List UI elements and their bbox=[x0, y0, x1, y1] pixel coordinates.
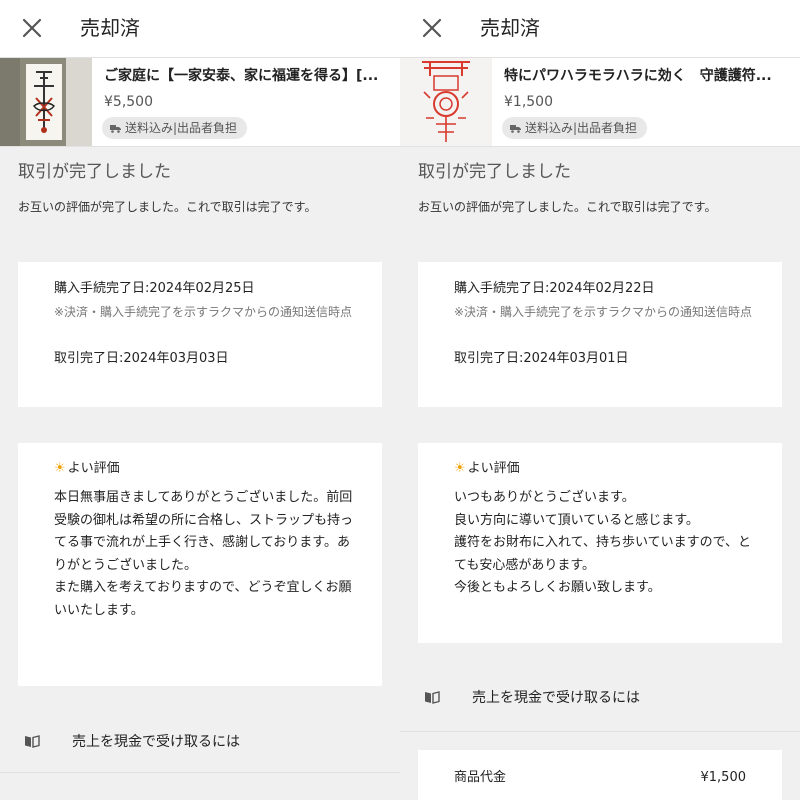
shipping-label: 送料込み|出品者負担 bbox=[525, 121, 638, 135]
item-price-label: 商品代金 bbox=[454, 770, 507, 785]
purchase-date: 購入手続完了日:2024年02月25日 bbox=[54, 281, 255, 296]
evaluation-label-text: よい評価 bbox=[467, 461, 520, 476]
truck-icon bbox=[510, 125, 521, 133]
shipping-badge: 送料込み|出品者負担 bbox=[502, 117, 648, 139]
product-thumbnail bbox=[400, 58, 492, 146]
shipping-label: 送料込み|出品者負担 bbox=[125, 121, 238, 135]
product-thumbnail bbox=[0, 58, 92, 146]
purchase-date-note: ※決済・購入手続完了を示すラクマからの通知送信時点 bbox=[454, 305, 753, 319]
product-price: ¥1,500 bbox=[504, 94, 553, 110]
complete-date: 取引完了日:2024年03月03日 bbox=[54, 351, 229, 366]
complete-date: 取引完了日:2024年03月01日 bbox=[454, 351, 629, 366]
top-bar: 売却済 bbox=[0, 0, 400, 58]
evaluation-label-text: よい評価 bbox=[67, 461, 120, 476]
transaction-screen-right: 売却済 特にパワハラモラハラに効く 守護護符... ¥1,500 送料込み|出品… bbox=[400, 0, 800, 800]
price-summary-card: 商品代金 ¥1,500 bbox=[418, 750, 782, 800]
status-heading: 取引が完了しました bbox=[18, 162, 171, 182]
evaluation-card: ☀ よい評価 本日無事届きましてありがとうございました。前回受験の御札は希望の所に… bbox=[18, 443, 382, 686]
shipping-badge: 送料込み|出品者負担 bbox=[102, 117, 248, 139]
sun-icon: ☀ bbox=[54, 461, 66, 476]
evaluation-label: ☀ よい評価 bbox=[454, 459, 520, 479]
close-icon[interactable] bbox=[418, 14, 446, 42]
cash-withdrawal-label: 売上を現金で受け取るには bbox=[472, 690, 640, 706]
page-title: 売却済 bbox=[480, 16, 540, 40]
evaluation-label: ☀ よい評価 bbox=[54, 459, 120, 479]
book-icon bbox=[25, 735, 40, 748]
truck-icon bbox=[110, 125, 121, 133]
transaction-screen-left: 売却済 ご家庭に【一家安泰、家に福運を得る】[... ¥5,500 送料込み|出… bbox=[0, 0, 400, 800]
book-icon bbox=[425, 691, 440, 704]
purchase-date: 購入手続完了日:2024年02月22日 bbox=[454, 281, 655, 296]
purchase-date-note: ※決済・購入手続完了を示すラクマからの通知送信時点 bbox=[54, 305, 353, 319]
evaluation-comment: いつもありがとうございます。 良い方向に導いて頂いていると感じます。 護符をお財… bbox=[454, 490, 752, 595]
page-title: 売却済 bbox=[80, 16, 140, 40]
item-price-value: ¥1,500 bbox=[700, 770, 747, 785]
top-bar: 売却済 bbox=[400, 0, 800, 58]
dates-card: 購入手続完了日:2024年02月22日 ※決済・購入手続完了を示すラクマからの通… bbox=[418, 262, 782, 407]
dates-card: 購入手続完了日:2024年02月25日 ※決済・購入手続完了を示すラクマからの通… bbox=[18, 262, 382, 407]
close-icon[interactable] bbox=[18, 14, 46, 42]
status-heading: 取引が完了しました bbox=[418, 162, 571, 182]
status-description: お互いの評価が完了しました。これで取引は完了です。 bbox=[18, 200, 317, 214]
evaluation-card: ☀ よい評価 いつもありがとうございます。 良い方向に導いて頂いていると感じます。… bbox=[418, 443, 782, 643]
cash-withdrawal-link[interactable]: 売上を現金で受け取るには bbox=[0, 714, 400, 770]
evaluation-comment: 本日無事届きましてありがとうございました。前回受験の御札は希望の所に合格し、スト… bbox=[54, 490, 354, 618]
divider bbox=[0, 772, 400, 773]
product-title: 特にパワハラモラハラに効く 守護護符... bbox=[504, 68, 772, 84]
cash-withdrawal-label: 売上を現金で受け取るには bbox=[72, 734, 240, 750]
status-description: お互いの評価が完了しました。これで取引は完了です。 bbox=[418, 200, 717, 214]
cash-withdrawal-link[interactable]: 売上を現金で受け取るには bbox=[400, 670, 800, 726]
divider bbox=[400, 731, 800, 732]
product-price: ¥5,500 bbox=[104, 94, 153, 110]
product-title: ご家庭に【一家安泰、家に福運を得る】[... bbox=[104, 68, 379, 84]
sun-icon: ☀ bbox=[454, 461, 466, 476]
